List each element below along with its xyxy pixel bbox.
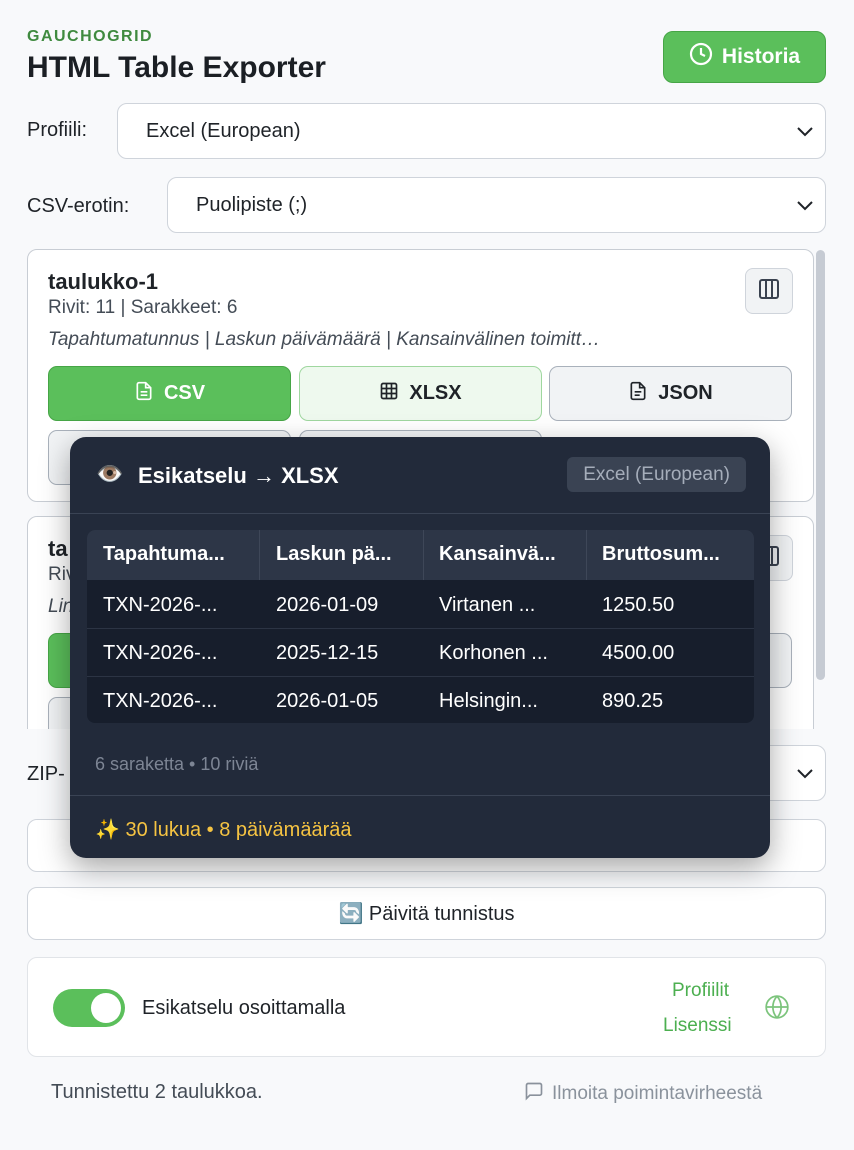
separator-select-value: Puolipiste (;) bbox=[196, 193, 308, 216]
hover-preview-toggle[interactable] bbox=[53, 989, 125, 1027]
preview-cell: 4500.00 bbox=[602, 642, 675, 664]
refresh-detection-button[interactable]: 🔄 Päivitä tunnistus bbox=[27, 887, 826, 940]
table-name: taulukko-1 bbox=[48, 269, 159, 294]
profiles-link[interactable]: Profiilit bbox=[672, 980, 729, 1002]
export-csv-button[interactable]: CSV bbox=[48, 366, 291, 421]
export-xlsx-label: XLSX bbox=[409, 382, 462, 404]
preview-cell: TXN-2026-... bbox=[103, 594, 218, 616]
chevron-down-icon bbox=[795, 121, 815, 147]
preview-profile-badge: Excel (European) bbox=[567, 457, 746, 492]
table-meta: Rivit: 11 | Sarakkeet: 6 bbox=[48, 297, 238, 318]
preview-cell: 890.25 bbox=[602, 690, 664, 712]
refresh-button-label: 🔄 Päivitä tunnistus bbox=[338, 903, 515, 925]
preview-cell: TXN-2026-... bbox=[103, 642, 218, 664]
export-json-button[interactable]: JSON bbox=[549, 366, 792, 421]
page-title: HTML Table Exporter bbox=[27, 51, 326, 84]
preview-header-cell: Laskun pä... bbox=[276, 543, 392, 565]
file-text-icon bbox=[134, 381, 154, 407]
table-columns: Tapahtumatunnus | Laskun päivämäärä | Ka… bbox=[48, 329, 601, 350]
preview-header-cell: Tapahtuma... bbox=[103, 543, 225, 565]
history-button[interactable]: Historia bbox=[663, 31, 826, 83]
preview-header-cell: Kansainvä... bbox=[439, 543, 556, 565]
preview-info: 6 saraketta • 10 riviä bbox=[95, 754, 259, 774]
history-button-label: Historia bbox=[721, 45, 801, 68]
tables-scrollbar[interactable] bbox=[816, 250, 825, 680]
preview-popup: 👁️ Esikatselu → XLSX Excel (European) Ta… bbox=[70, 437, 770, 858]
separator-select[interactable]: Puolipiste (;) bbox=[167, 177, 826, 233]
divider bbox=[87, 628, 754, 629]
zip-label: ZIP- bbox=[27, 763, 65, 785]
license-link[interactable]: Lisenssi bbox=[663, 1015, 732, 1037]
divider bbox=[70, 513, 770, 514]
column-picker-button[interactable] bbox=[745, 268, 793, 314]
profile-select-value: Excel (European) bbox=[146, 119, 301, 142]
preview-cell: Helsingin... bbox=[439, 690, 538, 712]
preview-cell: 1250.50 bbox=[602, 594, 675, 616]
preview-cell: Korhonen ... bbox=[439, 642, 548, 664]
divider bbox=[586, 530, 587, 580]
divider bbox=[423, 530, 424, 580]
preview-table: Tapahtuma... Laskun pä... Kansainvä... B… bbox=[87, 530, 754, 723]
profile-select[interactable]: Excel (European) bbox=[117, 103, 826, 159]
toggle-knob bbox=[91, 993, 121, 1023]
preview-cell: 2025-12-15 bbox=[276, 642, 379, 664]
footer-card: Esikatselu osoittamalla Profiilit Lisens… bbox=[27, 957, 826, 1057]
message-icon bbox=[524, 1081, 544, 1107]
export-json-label: JSON bbox=[658, 382, 713, 404]
table-name: ta bbox=[48, 536, 68, 561]
preview-stats: ✨ 30 lukua • 8 päivämäärää bbox=[95, 819, 352, 841]
preview-cell: 2026-01-09 bbox=[276, 594, 379, 616]
export-csv-label: CSV bbox=[163, 382, 206, 404]
separator-label: CSV-erotin: bbox=[27, 195, 130, 217]
preview-cell: 2026-01-05 bbox=[276, 690, 379, 712]
columns-icon bbox=[757, 277, 781, 306]
report-error-label: Ilmoita poimintavirheestä bbox=[552, 1083, 763, 1104]
divider bbox=[87, 676, 754, 677]
eye-icon: 👁️ bbox=[96, 461, 124, 486]
preview-title: Esikatselu → XLSX bbox=[138, 463, 339, 488]
clock-icon bbox=[689, 42, 713, 72]
export-xlsx-button[interactable]: XLSX bbox=[299, 366, 542, 421]
divider bbox=[259, 530, 260, 580]
divider bbox=[70, 795, 770, 796]
status-text: Tunnistettu 2 taulukkoa. bbox=[51, 1081, 263, 1103]
chevron-down-icon bbox=[795, 763, 815, 789]
hover-preview-label: Esikatselu osoittamalla bbox=[142, 997, 346, 1019]
table-grid-icon bbox=[379, 381, 399, 407]
preview-cell: TXN-2026-... bbox=[103, 690, 218, 712]
file-icon bbox=[628, 381, 648, 407]
preview-cell: Virtanen ... bbox=[439, 594, 536, 616]
profile-label: Profiili: bbox=[27, 119, 88, 141]
report-error-link[interactable]: Ilmoita poimintavirheestä bbox=[524, 1081, 762, 1107]
preview-header-cell: Bruttosum... bbox=[602, 543, 720, 565]
brand-label: GAUCHOGRID bbox=[27, 28, 154, 45]
chevron-down-icon bbox=[795, 195, 815, 221]
globe-icon[interactable] bbox=[764, 994, 790, 1025]
